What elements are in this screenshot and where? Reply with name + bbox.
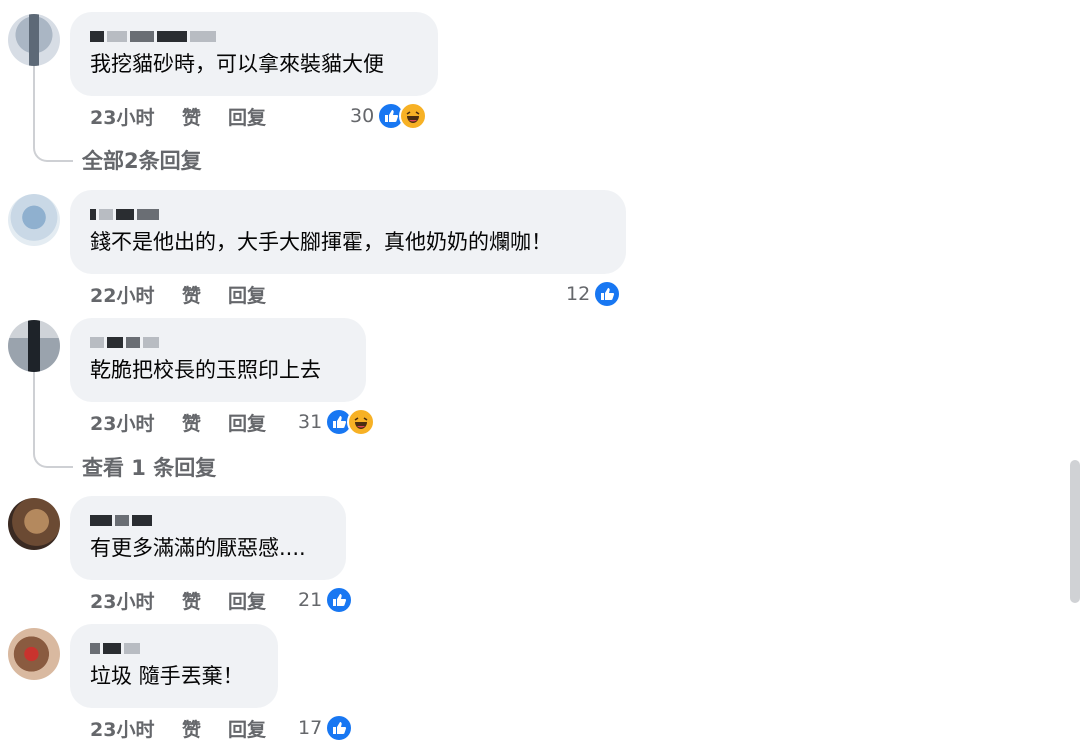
view-replies-link[interactable]: 查看 1 条回复 — [82, 452, 216, 482]
comment-text: 我挖貓砂時，可以拿來裝貓大便 — [90, 52, 384, 76]
comment-actions: 23小时 赞 回复 — [90, 714, 266, 742]
comment-bubble: 有更多滿滿的厭惡感.... — [70, 496, 346, 580]
comment-actions: 22小时 赞 回复 — [90, 280, 266, 308]
scrollbar-thumb[interactable] — [1070, 460, 1080, 603]
comment-time[interactable]: 23小时 — [90, 103, 182, 130]
haha-icon — [399, 102, 428, 130]
thread-line — [33, 370, 35, 448]
avatar[interactable] — [8, 194, 60, 246]
reaction-summary[interactable]: 17 — [298, 714, 354, 742]
avatar[interactable] — [8, 14, 60, 66]
comment-bubble: 乾脆把校長的玉照印上去 — [70, 318, 366, 402]
reaction-count: 12 — [566, 283, 591, 305]
comment-time[interactable]: 22小时 — [90, 281, 182, 308]
like-button[interactable]: 赞 — [182, 715, 228, 742]
commenter-name-redacted[interactable] — [90, 28, 418, 44]
comment-bubble: 錢不是他出的，大手大腳揮霍，真他奶奶的爛咖！ — [70, 190, 626, 274]
haha-icon — [347, 408, 376, 436]
comment-text: 垃圾 隨手丟棄！ — [90, 664, 244, 688]
comment-actions: 23小时 赞 回复 — [90, 586, 266, 614]
avatar[interactable] — [8, 628, 60, 680]
reply-button[interactable]: 回复 — [228, 715, 266, 742]
comment-time[interactable]: 23小时 — [90, 409, 182, 436]
thread-connector — [33, 142, 73, 162]
comment-time[interactable]: 23小时 — [90, 715, 182, 742]
reaction-summary[interactable]: 12 — [566, 280, 622, 308]
commenter-name-redacted[interactable] — [90, 206, 606, 222]
view-replies-link[interactable]: 全部2条回复 — [82, 145, 202, 175]
like-icon — [325, 714, 354, 742]
avatar[interactable] — [8, 320, 60, 372]
comment-bubble: 我挖貓砂時，可以拿來裝貓大便 — [70, 12, 438, 96]
comment-actions: 23小时 赞 回复 — [90, 408, 266, 436]
reaction-summary[interactable]: 21 — [298, 586, 354, 614]
reaction-count: 31 — [298, 411, 323, 433]
comment-text: 有更多滿滿的厭惡感.... — [90, 536, 306, 560]
thread-connector — [33, 448, 73, 468]
avatar[interactable] — [8, 498, 60, 550]
like-icon — [325, 586, 354, 614]
reply-button[interactable]: 回复 — [228, 587, 266, 614]
reaction-summary[interactable]: 30 — [350, 102, 428, 130]
comment-text: 乾脆把校長的玉照印上去 — [90, 358, 321, 382]
reaction-count: 17 — [298, 717, 323, 739]
reaction-count: 21 — [298, 589, 323, 611]
like-button[interactable]: 赞 — [182, 281, 228, 308]
reply-button[interactable]: 回复 — [228, 409, 266, 436]
comment-time[interactable]: 23小时 — [90, 587, 182, 614]
comment-text: 錢不是他出的，大手大腳揮霍，真他奶奶的爛咖！ — [90, 230, 552, 254]
like-button[interactable]: 赞 — [182, 103, 228, 130]
commenter-name-redacted[interactable] — [90, 640, 258, 656]
reaction-summary[interactable]: 31 — [298, 408, 376, 436]
reaction-count: 30 — [350, 105, 375, 127]
reply-button[interactable]: 回复 — [228, 103, 266, 130]
reply-button[interactable]: 回复 — [228, 281, 266, 308]
like-button[interactable]: 赞 — [182, 587, 228, 614]
like-button[interactable]: 赞 — [182, 409, 228, 436]
thread-line — [33, 64, 35, 142]
comment-bubble: 垃圾 隨手丟棄！ — [70, 624, 278, 708]
commenter-name-redacted[interactable] — [90, 334, 346, 350]
commenter-name-redacted[interactable] — [90, 512, 326, 528]
comment-actions: 23小时 赞 回复 — [90, 102, 266, 130]
like-icon — [593, 280, 622, 308]
